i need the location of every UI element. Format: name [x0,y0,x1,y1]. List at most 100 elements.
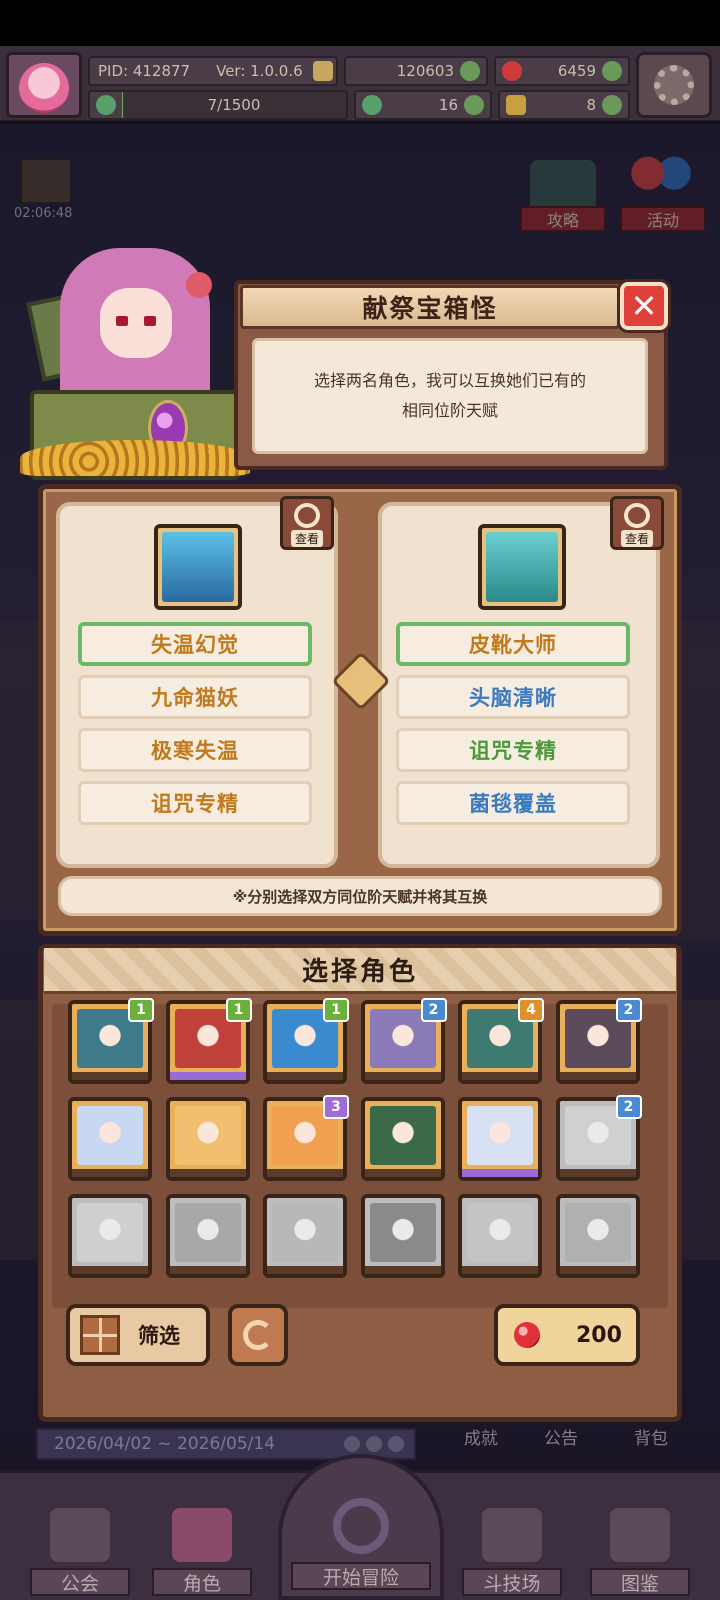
left-view-label: 查看 [290,530,323,547]
character-rarity-bar [364,1169,441,1177]
nav-guild-label: 公会 [30,1568,130,1596]
character-slot[interactable] [458,1194,542,1278]
character-portrait [369,1203,436,1262]
level-badge: 2 [615,998,642,1022]
notice-button[interactable]: 公告 [544,1424,578,1449]
character-slot[interactable]: 1 [68,998,154,1084]
nav-character[interactable]: 角色 [144,1486,260,1596]
dialog-title: 献祭宝箱怪 [240,285,620,329]
nav-guild[interactable]: 公会 [22,1486,138,1596]
red-gem-icon [514,1322,540,1348]
pid-label: PID: 412877 [98,62,191,80]
level-badge: 2 [615,1095,642,1119]
page-dots [344,1436,404,1452]
left-view-button[interactable]: 查看 [280,496,334,550]
stamina-text: 7/1500 [207,96,261,114]
level-badge: 2 [420,998,447,1022]
character-rarity-bar [364,1072,441,1080]
character-slot[interactable] [68,1097,152,1181]
right-talent-2[interactable]: 头脑清晰 [396,675,630,719]
character-portrait [467,1203,533,1262]
player-avatar[interactable] [6,52,82,118]
left-talent-2[interactable]: 九命猫妖 [78,675,312,719]
left-talent-4[interactable]: 诅咒专精 [78,781,312,825]
character-rarity-bar [72,1072,148,1080]
event-date-range: 2026/04/02 ~ 2026/05/14 [54,1434,276,1454]
character-portrait [174,1203,241,1262]
character-slot[interactable]: 2 [555,998,642,1084]
achievement-button[interactable]: 成就 [464,1424,498,1449]
character-rarity-bar [559,1169,636,1177]
character-rarity-bar [169,1266,246,1274]
character-portrait [272,1203,338,1262]
character-rarity-bar [364,1266,441,1274]
plus-icon[interactable] [460,61,480,81]
filter-button[interactable]: 筛选 [66,1304,210,1366]
right-view-label: 查看 [620,530,653,547]
character-slot[interactable] [360,1097,445,1181]
confirm-swap-button[interactable]: 200 [494,1304,640,1366]
character-slot[interactable]: 1 [263,998,349,1084]
plus-icon[interactable] [464,95,484,115]
guild-hall-icon [50,1508,110,1562]
character-rarity-bar [462,1072,538,1080]
gold-coin-icon [312,61,333,81]
character-portrait [174,1106,241,1165]
refresh-button[interactable] [228,1304,288,1366]
clover-icon [362,95,382,115]
character-rarity-bar [72,1169,148,1177]
character-slot[interactable]: 2 [360,998,447,1084]
backpack-button[interactable]: 背包 [634,1424,668,1449]
right-talent-1[interactable]: 皮靴大师 [396,622,630,666]
apple-icon [186,272,212,298]
character-slot[interactable]: 4 [458,998,544,1084]
character-slot[interactable] [555,1194,640,1278]
nav-arena[interactable]: 斗技场 [454,1486,570,1596]
swap-cost: 200 [576,1322,622,1348]
level-badge: 1 [225,998,252,1022]
crossed-swords-icon [482,1508,542,1562]
character-slot[interactable]: 3 [263,1095,349,1181]
clover-icon [96,95,116,115]
character-rarity-bar [267,1266,343,1274]
character-slot[interactable] [165,1194,250,1278]
character-slot[interactable]: 1 [165,998,252,1084]
music-note-icon [506,95,526,115]
left-talent-1[interactable]: 失温幻觉 [78,622,312,666]
left-talent-3[interactable]: 极寒失温 [78,728,312,772]
character-slot[interactable] [165,1097,250,1181]
swap-note: ※分别选择双方同位阶天赋并将其互换 [58,876,662,916]
character-slot[interactable] [263,1194,347,1278]
nav-adventure-label: 开始冒险 [291,1562,431,1590]
character-slot[interactable]: 2 [555,1095,642,1181]
note-value: 8 [586,96,596,114]
character-slot[interactable] [68,1194,152,1278]
grid-filter-icon [80,1315,120,1355]
character-rarity-bar [169,1072,246,1080]
character-portrait [467,1106,533,1165]
nav-codex[interactable]: 图鉴 [582,1486,698,1596]
close-button[interactable]: ✕ [620,282,668,330]
character-slot[interactable] [458,1097,542,1181]
plus-icon[interactable] [602,61,622,81]
clover-value: 16 [438,96,458,114]
settings-button[interactable] [636,52,712,118]
level-badge: 3 [323,1095,349,1119]
right-talent-4[interactable]: 菌毯覆盖 [396,781,630,825]
nav-character-label: 角色 [152,1568,252,1596]
character-rarity-bar [559,1072,636,1080]
character-slot[interactable] [360,1194,445,1278]
gold-counter: 120603 [344,56,488,86]
character-portrait [369,1106,436,1165]
left-character-portrait[interactable] [154,524,242,610]
right-talent-3[interactable]: 诅咒专精 [396,728,630,772]
status-strip [0,0,720,46]
character-icon [172,1508,232,1562]
level-badge: 1 [128,998,154,1022]
character-portrait [77,1106,143,1165]
plus-icon[interactable] [602,95,622,115]
gem-counter: 6459 [494,56,630,86]
right-view-button[interactable]: 查看 [610,496,664,550]
level-badge: 1 [323,998,349,1022]
right-character-portrait[interactable] [478,524,566,610]
